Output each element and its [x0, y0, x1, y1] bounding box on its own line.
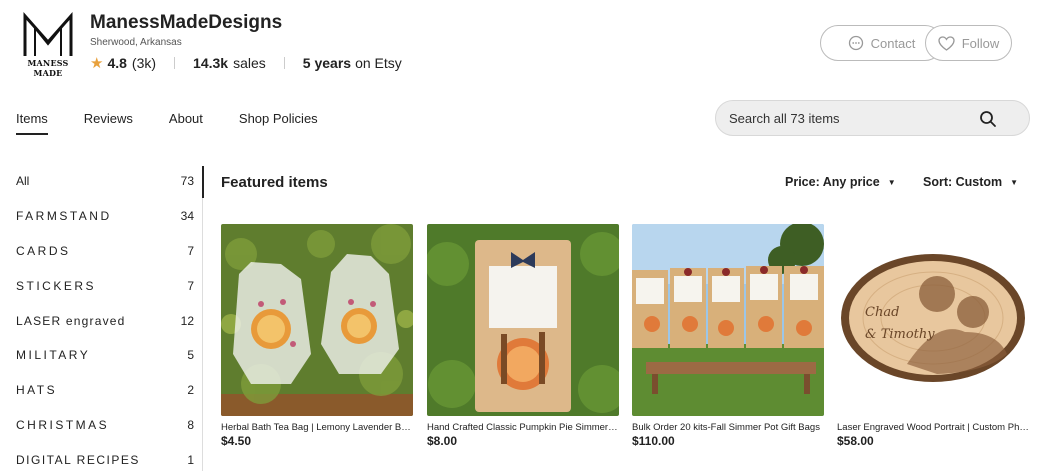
listing-card[interactable]: Bulk Order 20 kits-Fall Simmer Pot Gift … [632, 224, 824, 448]
shop-nav: Items Reviews About Shop Policies [16, 111, 354, 135]
listing-image[interactable] [221, 224, 413, 416]
tab-about[interactable]: About [169, 111, 203, 126]
category-hats[interactable]: HATS 2 [16, 373, 194, 408]
tab-reviews[interactable]: Reviews [84, 111, 133, 126]
svg-text:Chad: Chad [865, 305, 899, 320]
category-label: STICKERS [16, 278, 97, 293]
svg-text:& Timothy: & Timothy [865, 327, 935, 342]
listing-price: $8.00 [427, 434, 458, 448]
category-count: 2 [187, 383, 194, 398]
shop-logo-mark [23, 12, 73, 56]
logo-wordmark: MANESS MADE [27, 58, 69, 78]
sort-dropdown[interactable]: Sort: Custom ▼ [923, 175, 1018, 189]
rating-count[interactable]: (3k) [132, 55, 156, 71]
category-count: 8 [187, 417, 194, 432]
follow-label: Follow [961, 35, 1000, 51]
sales-label: sales [233, 55, 266, 71]
follow-button[interactable]: Follow [925, 25, 1012, 61]
shop-name: ManessMadeDesigns [90, 12, 283, 33]
star-icon: ★ [90, 55, 104, 72]
sort-label: Sort: Custom [923, 175, 1003, 189]
heart-icon [938, 35, 955, 51]
category-count: 1 [187, 452, 194, 467]
category-label: FARMSTAND [16, 209, 112, 224]
tab-items[interactable]: Items [16, 111, 48, 135]
category-laser-engraved[interactable]: LASER engraved 12 [16, 303, 194, 338]
tab-shop-policies[interactable]: Shop Policies [239, 111, 318, 126]
stat-divider [174, 57, 176, 69]
listing-image[interactable]: Chad & Timothy [837, 224, 1029, 416]
caret-down-icon: ▼ [887, 177, 896, 187]
listing-price: $110.00 [632, 434, 675, 448]
shop-search [715, 100, 1030, 136]
category-label: MILITARY [16, 348, 91, 363]
listing-title[interactable]: Hand Crafted Classic Pumpkin Pie Simmer … [427, 422, 619, 433]
category-label: All [16, 174, 30, 189]
shop-stats: ★ 4.8 (3k) 14.3k sales 5 years on Etsy [90, 54, 402, 72]
category-label: CARDS [16, 243, 71, 258]
category-cards[interactable]: CARDS 7 [16, 234, 194, 269]
listing-title[interactable]: Laser Engraved Wood Portrait | Custom Ph… [837, 422, 1029, 433]
listing-card[interactable]: Chad & Timothy Laser Engraved Wood Portr… [837, 224, 1029, 448]
category-military[interactable]: MILITARY 5 [16, 338, 194, 373]
listing-card[interactable]: Herbal Bath Tea Bag | Lemony Lavender Ba… [221, 224, 413, 448]
category-label: LASER engraved [16, 313, 126, 328]
category-count: 7 [187, 278, 194, 293]
category-christmas[interactable]: CHRISTMAS 8 [16, 408, 194, 443]
caret-down-icon: ▼ [1010, 177, 1019, 187]
section-heading: Featured items [221, 174, 328, 191]
listing-image[interactable] [427, 224, 619, 416]
category-farmstand[interactable]: FARMSTAND 34 [16, 199, 194, 234]
listing-price: $58.00 [837, 434, 874, 448]
listing-title[interactable]: Bulk Order 20 kits-Fall Simmer Pot Gift … [632, 422, 824, 433]
years-on-etsy: 5 years [302, 55, 352, 71]
listing-title[interactable]: Herbal Bath Tea Bag | Lemony Lavender Ba… [221, 422, 413, 433]
search-input[interactable] [729, 110, 979, 126]
price-filter-dropdown[interactable]: Price: Any price ▼ [785, 175, 896, 189]
sales-count: 14.3k [193, 55, 229, 71]
sidebar-divider [202, 166, 203, 471]
listing-image[interactable] [632, 224, 824, 416]
category-stickers[interactable]: STICKERS 7 [16, 268, 194, 303]
category-sidebar: All 73 FARMSTAND 34 CARDS 7 STICKERS 7 L… [16, 164, 194, 471]
listing-card[interactable]: Hand Crafted Classic Pumpkin Pie Simmer … [427, 224, 619, 448]
category-count: 7 [187, 243, 194, 258]
category-count: 34 [180, 209, 194, 224]
price-filter-label: Price: Any price [785, 175, 880, 189]
shop-rating: 4.8 [107, 55, 127, 71]
category-count: 73 [180, 174, 194, 189]
category-label: CHRISTMAS [16, 417, 110, 432]
category-count: 5 [187, 348, 194, 363]
years-label: on Etsy [355, 55, 402, 71]
listing-price: $4.50 [221, 434, 252, 448]
chat-icon [848, 35, 864, 51]
category-count: 12 [180, 313, 194, 328]
category-label: DIGITAL RECIPES [16, 452, 140, 467]
contact-label: Contact [870, 35, 916, 51]
category-label: HATS [16, 383, 58, 398]
stat-divider [283, 57, 285, 69]
category-digital-recipes[interactable]: DIGITAL RECIPES 1 [16, 442, 194, 471]
shop-location: Sherwood, Arkansas [90, 37, 182, 48]
search-icon[interactable] [979, 110, 997, 133]
active-category-indicator [202, 166, 204, 198]
category-all[interactable]: All 73 [16, 164, 194, 199]
